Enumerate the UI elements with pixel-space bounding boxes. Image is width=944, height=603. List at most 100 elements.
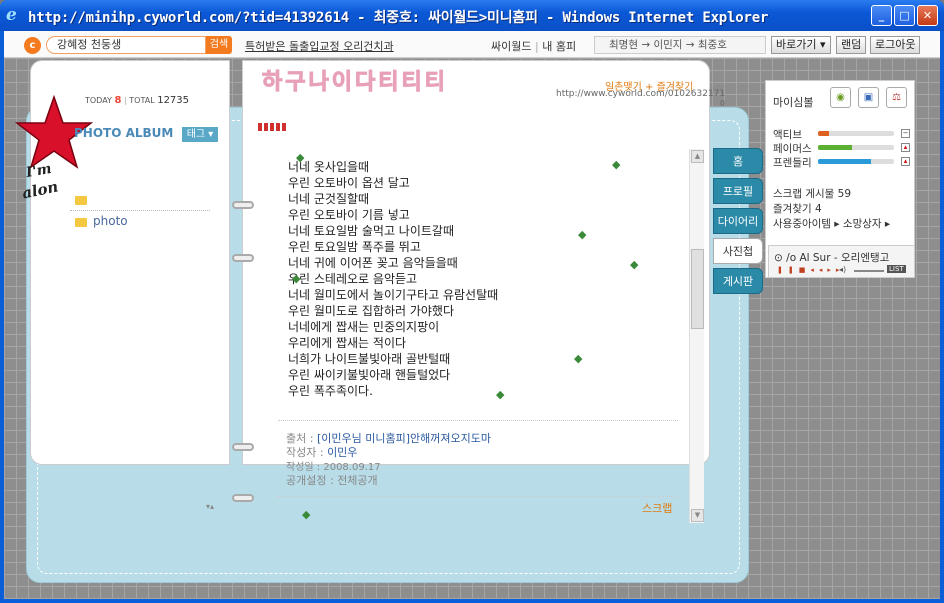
maximize-button[interactable]: □: [894, 5, 915, 26]
ie-logo-icon: e: [6, 5, 17, 25]
music-player: ⊙ /o Al Sur - 오리엔탱고 ❚❚■◂◂▸▸ ◂) LIST: [768, 245, 915, 278]
folder-photo[interactable]: photo: [93, 214, 128, 228]
poem-line: 우리에게 짭새는 적이다: [288, 336, 407, 350]
stat-famous-bar: [818, 145, 894, 150]
minihome-url: http://www.cyworld.com/0102632171 0: [556, 89, 725, 108]
stat-famous-toggle[interactable]: ▴: [901, 143, 910, 152]
sticker-icon: ◆: [630, 258, 639, 271]
cyworld-logo-icon[interactable]: c: [24, 37, 41, 54]
left-divider: [70, 210, 210, 211]
total-count: 12735: [157, 95, 190, 106]
search-input[interactable]: 강혜정 천둥생: [46, 36, 206, 54]
close-button[interactable]: ✕: [917, 5, 938, 26]
stat-active-bar: [818, 131, 894, 136]
nav-cyworld[interactable]: 싸이월드: [491, 40, 531, 53]
stat-friendly-label: 프렌들리: [773, 157, 812, 169]
friend-path-text: 최명현 → 이민지 → 최중호: [609, 39, 727, 51]
items-line[interactable]: 사용중아이템 ▸ 소망상자 ▸: [773, 216, 890, 231]
sticker-icon: ◆: [302, 508, 311, 521]
binder-ring-2: [232, 254, 254, 262]
poem-line: 너네에게 짭새는 민중의지팡이: [288, 320, 440, 334]
star-sticker: I'm alon: [14, 93, 94, 213]
top-nav: 싸이월드 | 내 홈피: [491, 38, 576, 54]
tag-button[interactable]: 태그 ▾: [182, 127, 218, 142]
poem-line: 우린 토요일밤 폭주를 뛰고: [288, 240, 421, 254]
promo-link[interactable]: 특허받은 돌출입교정 오리건치과: [245, 38, 394, 54]
player-title-text: /o Al Sur - 오리엔탱고: [786, 252, 890, 264]
minihome-url-text[interactable]: http://www.cyworld.com/0102632171: [556, 89, 725, 99]
poem-line: 우린 폭주족이다.: [288, 384, 373, 398]
post-scrollbar[interactable]: ▲ ▼: [689, 149, 704, 523]
poem-line: 우린 월미도로 집합하러 가야했다: [288, 304, 455, 318]
sticker-icon: ◆: [612, 158, 621, 171]
public-value: 전체공개: [337, 474, 378, 487]
title-bar: e http://minihp.cyworld.com/?tid=4139261…: [0, 0, 944, 31]
friend-path[interactable]: 최명현 → 이민지 → 최중호: [594, 36, 766, 54]
binder-ring-1: [232, 201, 254, 209]
url-count: 0: [720, 99, 726, 108]
sticker-icon: ◆: [296, 151, 305, 164]
stat-active-label: 액티브: [773, 129, 802, 141]
today-count: 8: [114, 95, 122, 106]
post-date: 작성일 : 2008.09.17: [286, 458, 381, 473]
tab-home[interactable]: 홈: [713, 148, 763, 174]
scrap-link[interactable]: 스크랩: [642, 500, 672, 516]
sticker-icon: ◆: [292, 272, 301, 285]
poem-line: 너희가 나이트불빛아래 골반털때: [288, 352, 451, 366]
sort-arrows-icon[interactable]: ▾▴: [206, 502, 214, 511]
player-controls-icon[interactable]: ❚❚■◂◂▸▸: [777, 266, 844, 274]
volume-slider[interactable]: [854, 270, 884, 272]
goto-button[interactable]: 바로가기 ▾: [771, 36, 831, 54]
post-divider-bottom: [278, 496, 678, 497]
poem-line: 너네 월미도에서 놀이기구타고 유람선탈때: [288, 288, 499, 302]
stat-active-toggle[interactable]: −: [901, 129, 910, 138]
minimize-button[interactable]: _: [871, 5, 892, 26]
window-title: http://minihp.cyworld.com/?tid=41392614 …: [28, 10, 769, 26]
folder-root-icon[interactable]: [75, 196, 87, 205]
search-button[interactable]: 검색: [206, 36, 232, 54]
volume-icon[interactable]: ◂): [839, 265, 846, 274]
tab-diary[interactable]: 다이어리: [713, 208, 763, 234]
visit-counter: TODAY 8 | TOTAL 12735: [85, 95, 190, 106]
post-content: 너네 옷사입을때 우린 오토바이 옵션 달고 너네 군것질할때 우린 오토바이 기름 …: [288, 159, 498, 399]
stat-friendly-toggle[interactable]: ▴: [901, 157, 910, 166]
logout-button[interactable]: 로그아웃: [870, 36, 921, 54]
poem-line: 너네 귀에 이어폰 꽂고 음악들을때: [288, 256, 458, 270]
folder-photo-icon[interactable]: [75, 218, 87, 227]
tab-board[interactable]: 게시판: [713, 268, 763, 294]
favorites-count[interactable]: 즐겨찾기 4: [773, 201, 822, 216]
nav-separator: |: [534, 40, 539, 53]
today-label: TODAY: [85, 96, 112, 105]
decor-icon: [258, 123, 286, 131]
sticker-icon: ◆: [496, 388, 505, 401]
cyworld-topbar: c 강혜정 천둥생 검색 특허받은 돌출입교정 오리건치과 싸이월드 | 내 홈…: [4, 31, 940, 58]
scroll-down-icon[interactable]: ▼: [691, 509, 704, 522]
poem-line: 우린 오토바이 기름 넣고: [288, 208, 410, 222]
album-title: PHOTO ALBUM: [74, 126, 174, 140]
poem-line: 우린 싸이키불빛아래 핸들털었다: [288, 368, 451, 382]
total-label: TOTAL: [129, 96, 155, 105]
random-button[interactable]: 랜덤: [836, 36, 867, 54]
nav-myhome[interactable]: 내 홈피: [542, 40, 576, 53]
badge-icon[interactable]: ◉: [830, 87, 851, 108]
tab-photo[interactable]: 사진첩: [713, 238, 763, 264]
decor-title: 하구나이다티티티: [262, 70, 448, 96]
post-divider: [278, 420, 678, 421]
player-disc-icon: ⊙: [774, 252, 783, 264]
scale-icon[interactable]: ⚖: [886, 87, 907, 108]
poem-line: 우린 오토바이 옵션 달고: [288, 176, 410, 190]
scrap-count[interactable]: 스크랩 게시물 59: [773, 186, 851, 201]
poem-line: 너네 옷사입을때: [288, 160, 370, 174]
tab-profile[interactable]: 프로필: [713, 178, 763, 204]
poem-line: 너네 토요일밤 술먹고 나이트갈때: [288, 224, 455, 238]
binder-ring-3: [232, 443, 254, 451]
scroll-up-icon[interactable]: ▲: [691, 150, 704, 163]
player-list-button[interactable]: LIST: [887, 265, 906, 273]
public-label: 공개설정 :: [286, 474, 334, 487]
star-text-2: alon: [20, 177, 60, 203]
symbol-label: 마이심볼: [773, 96, 814, 109]
scroll-thumb[interactable]: [691, 249, 704, 329]
bus-icon[interactable]: ▣: [858, 87, 879, 108]
sticker-icon: ◆: [574, 352, 583, 365]
stat-famous-label: 페이머스: [773, 143, 812, 155]
